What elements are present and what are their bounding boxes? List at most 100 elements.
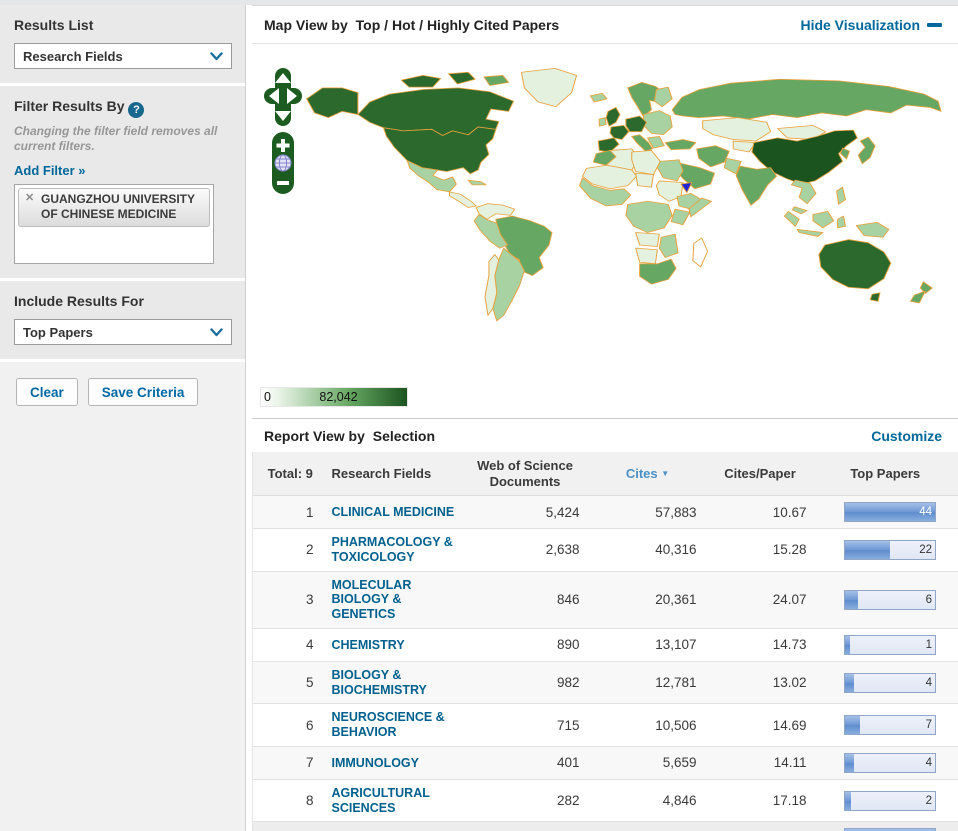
research-field-cell: BIOLOGY & BIOCHEMISTRY [327,661,463,705]
results-list-select[interactable]: Research Fields [14,43,232,69]
top-papers-value: 4 [925,756,932,769]
table-row: 8 AGRICULTURAL SCIENCES 282 4,846 17.18 … [252,779,958,823]
map-panel: Map View by Top / Hot / Highly Cited Pap… [252,5,958,418]
top-papers-cell: 107 [812,821,958,831]
top-papers-bar: 6 [844,589,936,610]
cites-per-paper-cell: 14.11 [707,746,813,780]
map-view-title-prefix: Map View by [264,17,348,33]
column-header-wos-documents[interactable]: Web of Science Documents [462,452,588,497]
filter-list-box: ✕ GUANGZHOU UNIVERSITY OF CHINESE MEDICI… [14,184,214,264]
top-papers-cell: 2 [812,779,958,823]
actions-section: Clear Save Criteria [0,362,245,831]
table-row: 7 IMMUNOLOGY 401 5,659 14.11 4 [252,746,958,780]
table-row: 4 CHEMISTRY 890 13,107 14.73 1 [252,628,958,662]
save-criteria-button[interactable]: Save Criteria [87,378,199,406]
rank-cell: 1 [252,495,328,530]
help-icon[interactable]: ? [128,102,145,118]
cites-cell: 12,781 [587,661,708,705]
report-view-title: Report View by Selection [264,428,435,444]
cites-cell: 183,892 [587,821,708,831]
add-filter-link[interactable]: Add Filter » [14,163,86,178]
documents-cell: 282 [462,779,588,823]
cites-cell: 13,107 [587,628,708,662]
documents-cell: 2,638 [462,528,588,572]
top-papers-bar-fill [845,716,861,735]
column-header-total: Total: 9 [252,452,328,497]
top-papers-value: 1 [925,638,932,651]
legend-max-value: 82,042 [319,390,358,404]
documents-cell: 890 [462,628,588,662]
sidebar: Results List Research Fields Filter Resu… [0,5,246,831]
research-field-link[interactable]: PHARMACOLOGY & TOXICOLOGY [332,535,459,565]
cites-per-paper-cell: 10.67 [707,495,813,530]
rank-cell: 3 [252,571,328,629]
map-view-title-selection: Top / Hot / Highly Cited Papers [355,17,560,33]
research-field-link[interactable]: BIOLOGY & BIOCHEMISTRY [332,668,459,698]
top-papers-value: 7 [925,719,932,732]
results-list-section: Results List Research Fields [0,5,245,86]
main-content: Map View by Top / Hot / Highly Cited Pap… [246,5,958,831]
report-view-title-prefix: Report View by [264,428,365,444]
table-row: 3 MOLECULAR BIOLOGY & GENETICS 846 20,36… [252,571,958,629]
cites-per-paper-cell: 14.73 [707,628,813,662]
rank-cell: 7 [252,746,328,780]
map-legend: 0 82,042 [260,387,408,407]
top-papers-cell: 22 [812,528,958,572]
include-results-select[interactable]: Top Papers [14,319,232,345]
documents-cell: 5,424 [462,495,588,530]
top-papers-bar: 2 [844,790,936,811]
research-field-cell: NEUROSCIENCE & BEHAVIOR [327,703,463,747]
top-papers-value: 6 [925,593,932,606]
table-row: 0 ALL FIELDS 13,488 183,892 13.63 107 [252,821,958,831]
research-field-cell: PHARMACOLOGY & TOXICOLOGY [327,528,463,572]
rank-cell: 6 [252,703,328,747]
rank-cell: 5 [252,661,328,705]
filter-note: Changing the filter field removes all cu… [14,124,218,153]
research-field-link[interactable]: MOLECULAR BIOLOGY & GENETICS [332,578,459,622]
hide-visualization-link[interactable]: Hide Visualization [800,17,942,33]
top-papers-value: 4 [925,676,932,689]
report-view-title-selection: Selection [372,428,436,444]
customize-link[interactable]: Customize [871,428,942,444]
top-papers-value: 2 [925,794,932,807]
rank-cell: 0 [252,821,328,831]
table-row: 1 CLINICAL MEDICINE 5,424 57,883 10.67 4… [252,495,958,530]
report-table-body: 1 CLINICAL MEDICINE 5,424 57,883 10.67 4… [252,495,958,831]
top-papers-bar: 44 [844,502,936,523]
top-papers-cell: 7 [812,703,958,747]
filter-tag-label: GUANGZHOU UNIVERSITY OF CHINESE MEDICINE [41,192,195,221]
top-papers-bar-fill [845,635,851,654]
top-papers-bar-fill [845,590,858,609]
filter-tag: ✕ GUANGZHOU UNIVERSITY OF CHINESE MEDICI… [18,188,210,227]
cites-per-paper-cell: 13.63 [707,821,813,831]
documents-cell: 401 [462,746,588,780]
research-field-cell: MOLECULAR BIOLOGY & GENETICS [327,571,463,629]
cites-per-paper-cell: 17.18 [707,779,813,823]
column-header-top-papers[interactable]: Top Papers [812,452,958,497]
top-papers-cell: 44 [812,495,958,530]
top-papers-value: 22 [919,543,932,556]
include-results-heading: Include Results For [14,293,144,309]
documents-cell: 13,488 [462,821,588,831]
include-results-section: Include Results For Top Papers [0,281,245,362]
column-header-cites-per-paper[interactable]: Cites/Paper [707,452,813,497]
research-field-link[interactable]: CLINICAL MEDICINE [332,505,455,520]
research-field-cell: AGRICULTURAL SCIENCES [327,779,463,823]
research-field-link[interactable]: IMMUNOLOGY [332,756,420,771]
app-window: Results List Research Fields Filter Resu… [0,0,958,831]
rank-cell: 2 [252,528,328,572]
research-field-cell: IMMUNOLOGY [327,746,463,780]
cites-per-paper-cell: 15.28 [707,528,813,572]
top-papers-cell: 4 [812,661,958,705]
world-map[interactable] [285,66,945,324]
table-row: 2 PHARMACOLOGY & TOXICOLOGY 2,638 40,316… [252,528,958,572]
research-field-link[interactable]: NEUROSCIENCE & BEHAVIOR [332,710,459,740]
remove-filter-icon[interactable]: ✕ [25,192,34,206]
column-header-cites-sorted[interactable]: Cites ▼ [587,452,708,497]
clear-button[interactable]: Clear [16,378,78,406]
legend-min-value: 0 [264,390,271,404]
research-field-link[interactable]: CHEMISTRY [332,638,405,653]
report-table: Total: 9 Research Fields Web of Science … [252,452,958,831]
column-header-research-fields[interactable]: Research Fields [327,452,463,497]
research-field-link[interactable]: AGRICULTURAL SCIENCES [332,786,459,816]
